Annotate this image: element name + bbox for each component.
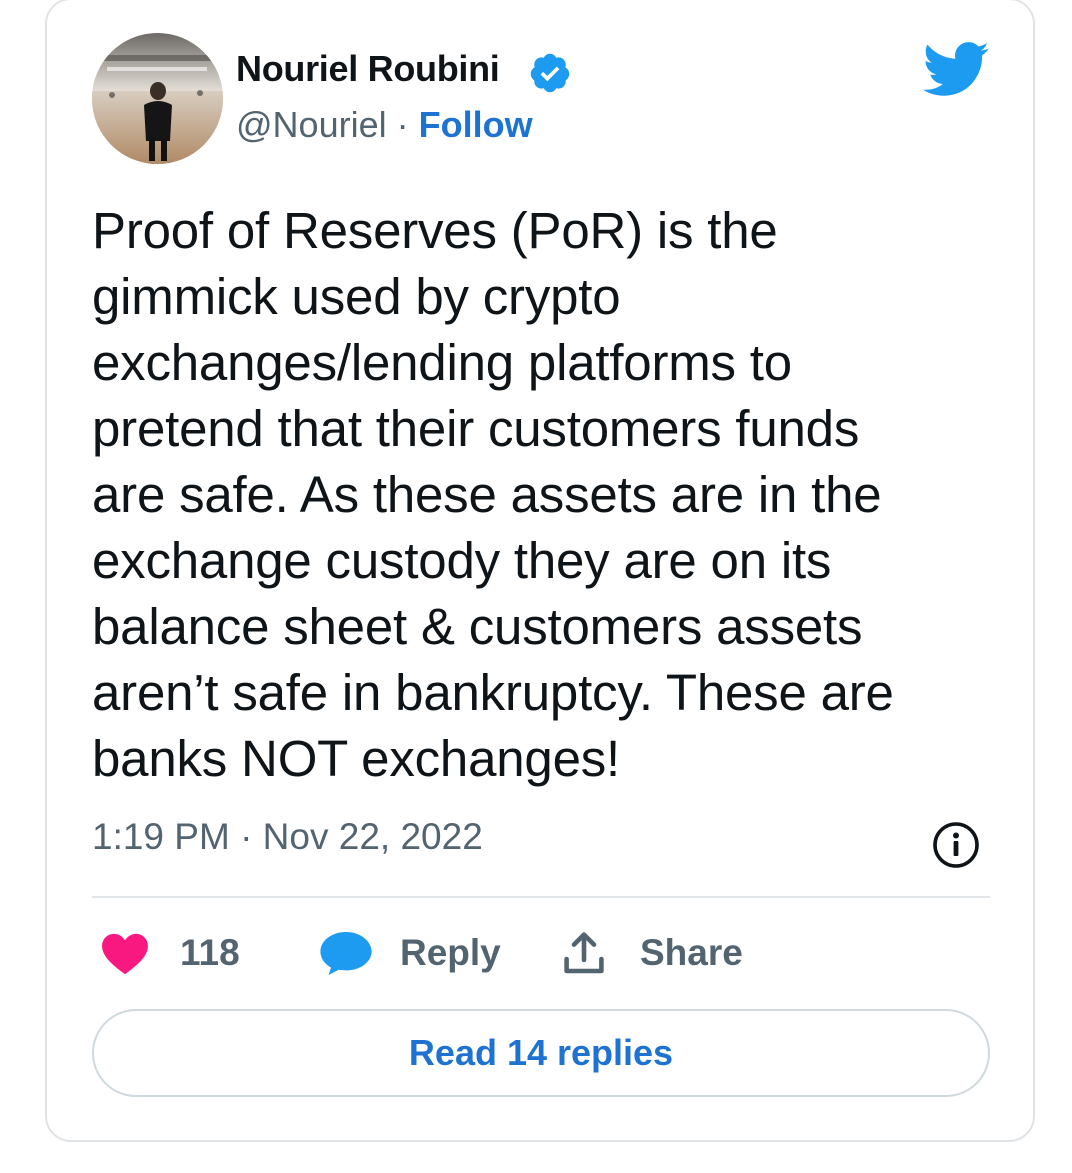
verified-badge-icon	[530, 53, 570, 93]
avatar[interactable]	[92, 33, 223, 164]
heart-icon	[102, 933, 148, 975]
author-name[interactable]: Nouriel Roubini	[236, 48, 500, 90]
reply-label: Reply	[400, 932, 501, 973]
handle-row: @Nouriel · Follow	[236, 104, 533, 146]
tweet-timestamp[interactable]: 1:19 PM · Nov 22, 2022	[92, 816, 483, 858]
divider	[92, 896, 990, 898]
reply-button[interactable]: Reply	[318, 928, 501, 978]
author-handle[interactable]: @Nouriel	[236, 104, 387, 145]
tweet-text: Proof of Reserves (PoR) is the gimmick u…	[92, 202, 894, 787]
like-button[interactable]: 118	[100, 928, 240, 978]
share-button[interactable]: Share	[562, 928, 743, 978]
share-upload-icon	[564, 932, 604, 974]
read-replies-button[interactable]: Read 14 replies	[92, 1009, 990, 1097]
share-label: Share	[640, 932, 743, 973]
speech-bubble-icon	[320, 932, 372, 975]
like-count: 118	[180, 932, 240, 973]
twitter-bird-icon[interactable]	[920, 40, 990, 98]
follow-button[interactable]: Follow	[419, 104, 533, 145]
avatar-photo	[92, 33, 223, 164]
info-icon[interactable]	[931, 820, 981, 870]
handle-separator: ·	[396, 104, 409, 145]
